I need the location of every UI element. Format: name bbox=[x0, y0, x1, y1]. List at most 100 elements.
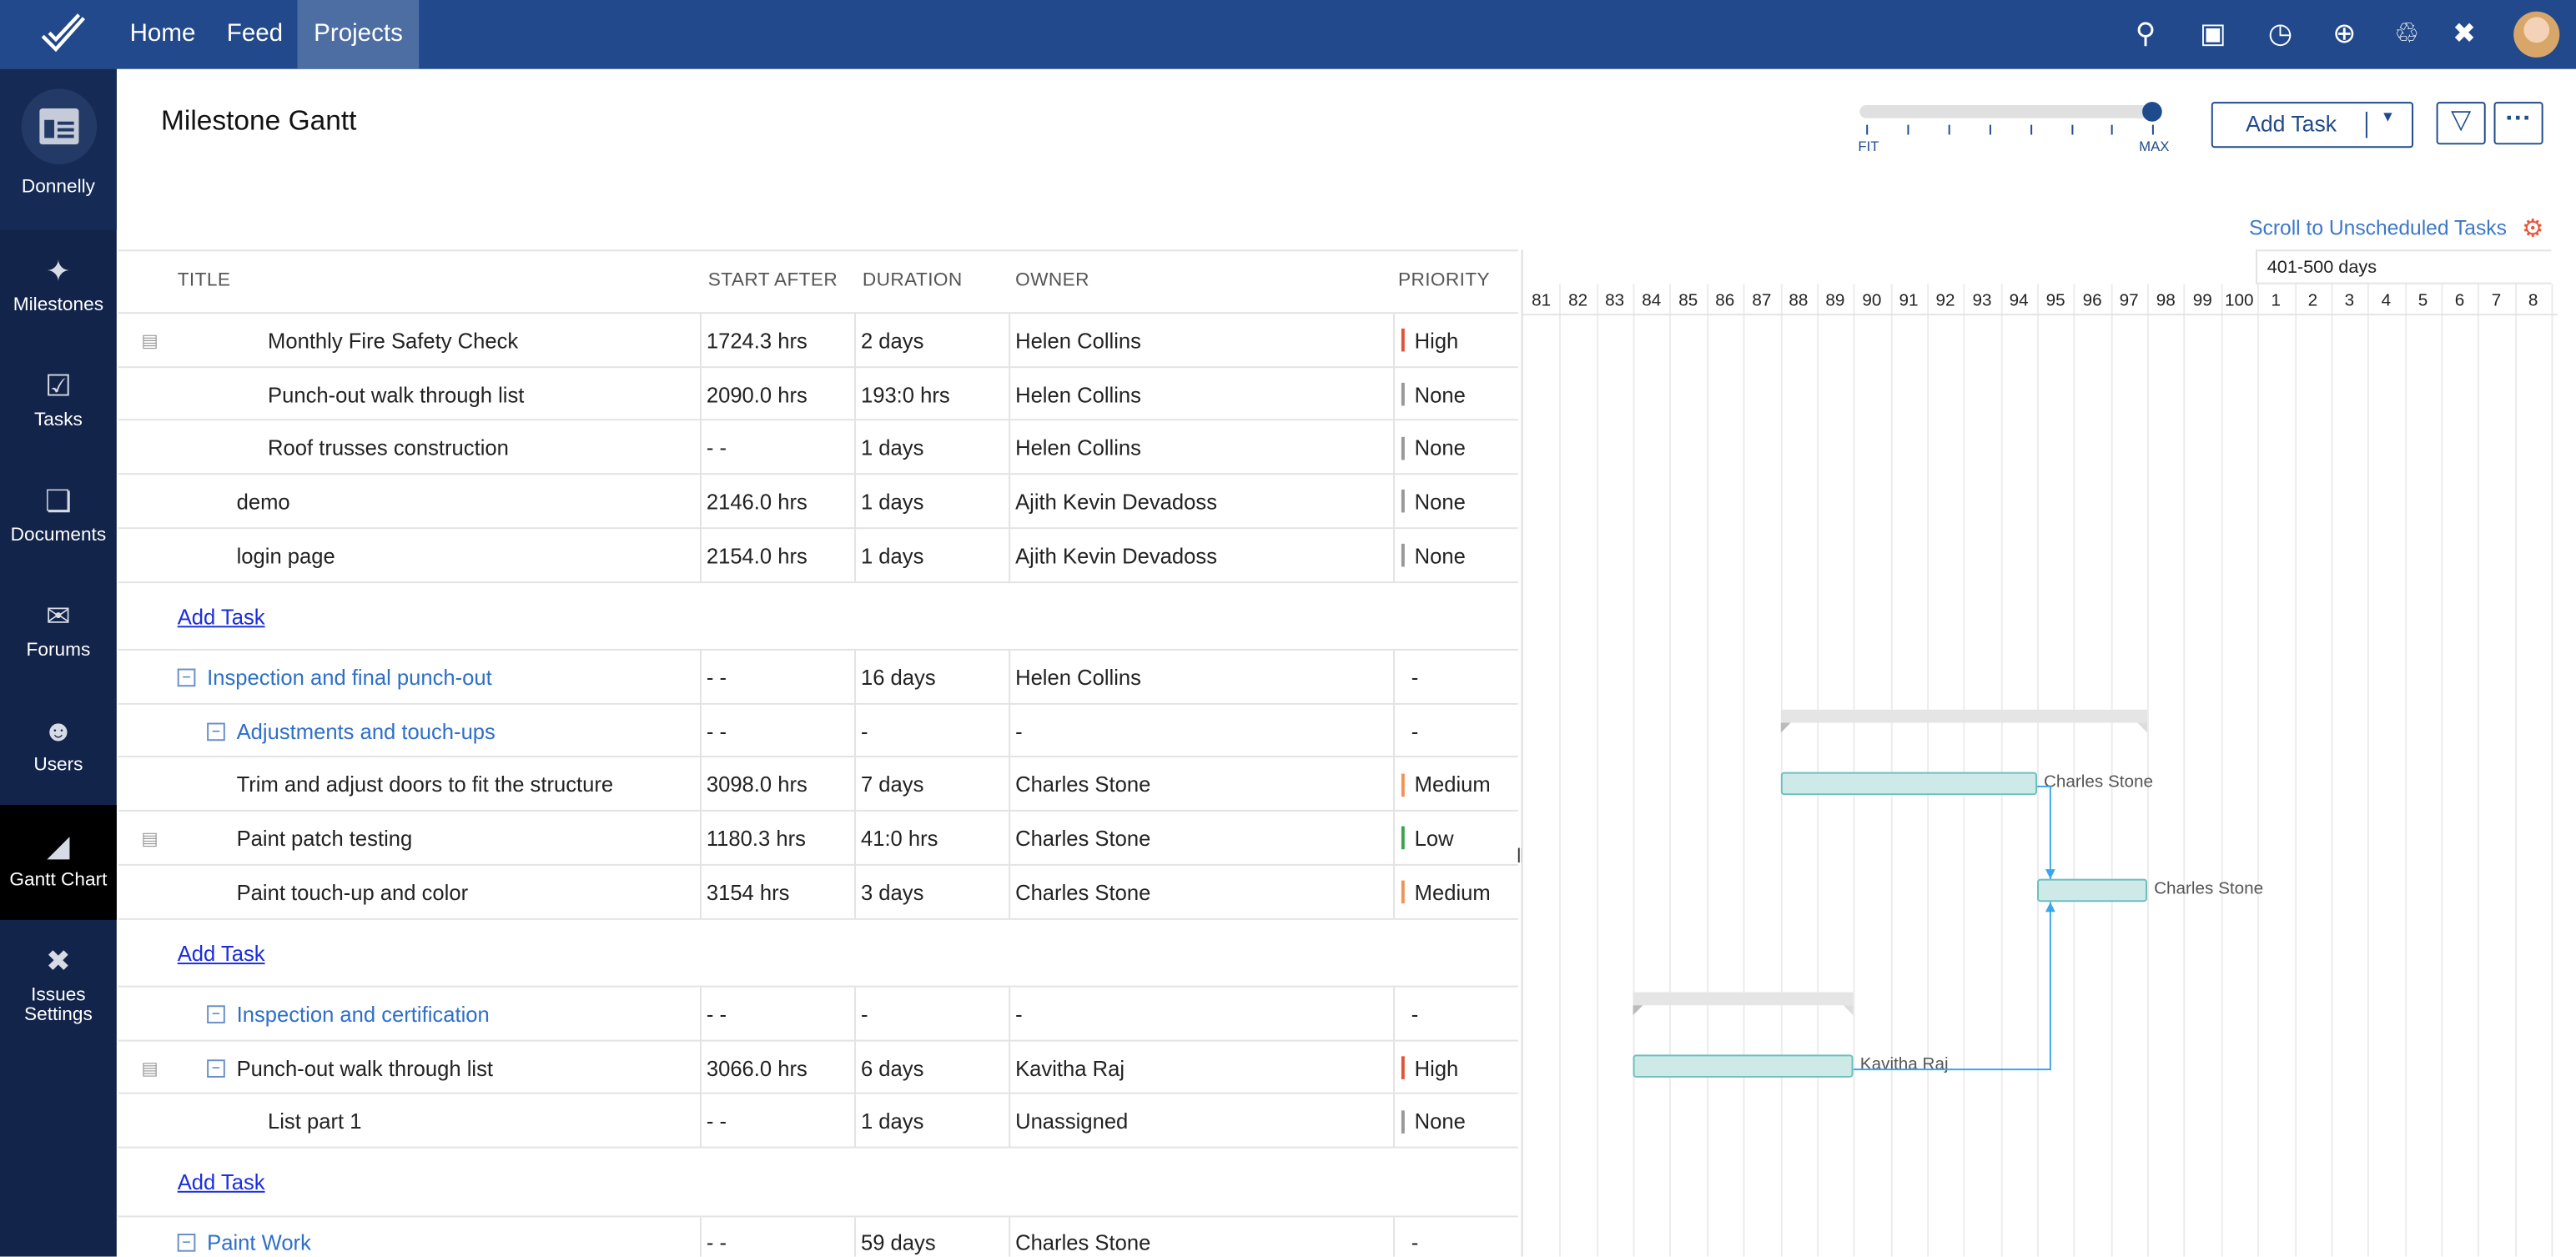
collapse-toggle-icon[interactable]: − bbox=[207, 1005, 225, 1023]
priority-cell[interactable]: High bbox=[1395, 314, 1458, 367]
sidebar-item-tasks[interactable]: ☑Tasks bbox=[0, 368, 117, 430]
start-after-cell[interactable]: 2090.0 hrs bbox=[700, 368, 808, 421]
task-title[interactable]: demo bbox=[237, 490, 290, 515]
task-title-cell[interactable]: −Inspection and certification bbox=[200, 988, 700, 1041]
table-row[interactable]: Paint touch-up and color3154 hrs3 daysCh… bbox=[118, 863, 1518, 918]
task-title[interactable]: Punch-out walk through list bbox=[268, 382, 524, 407]
owner-cell[interactable]: - bbox=[1009, 988, 1022, 1041]
task-title-cell[interactable]: −Punch-out walk through list bbox=[200, 1041, 700, 1094]
start-after-cell[interactable]: 3154 hrs bbox=[700, 865, 790, 918]
task-title[interactable]: Paint touch-up and color bbox=[237, 880, 469, 905]
task-title[interactable]: Monthly Fire Safety Check bbox=[268, 329, 518, 354]
task-title[interactable]: Paint Work bbox=[207, 1231, 311, 1256]
task-title-cell[interactable]: Paint patch testing bbox=[230, 812, 700, 865]
owner-cell[interactable]: Charles Stone bbox=[1009, 1217, 1150, 1257]
group-row[interactable]: −Adjustments and touch-ups- ---- bbox=[118, 702, 1518, 757]
duration-cell[interactable]: - bbox=[854, 988, 868, 1041]
column-header-priority[interactable]: PRIORITY bbox=[1398, 249, 1490, 312]
app-logo-icon[interactable] bbox=[39, 13, 88, 56]
add-task-link[interactable]: Add Task bbox=[178, 1170, 265, 1195]
task-title[interactable]: Adjustments and touch-ups bbox=[237, 719, 496, 744]
start-after-cell[interactable]: 2146.0 hrs bbox=[700, 475, 808, 528]
chevron-down-icon[interactable]: ▼ bbox=[2381, 108, 2396, 125]
task-title[interactable]: Trim and adjust doors to fit the structu… bbox=[237, 772, 614, 797]
priority-cell[interactable]: None bbox=[1395, 1094, 1466, 1148]
start-after-cell[interactable]: 1180.3 hrs bbox=[700, 812, 806, 865]
task-title-cell[interactable]: Trim and adjust doors to fit the structu… bbox=[230, 758, 700, 812]
start-after-cell[interactable]: - - bbox=[700, 704, 727, 757]
bell-icon[interactable]: ♲ bbox=[2388, 17, 2424, 53]
task-title-cell[interactable]: −Inspection and final punch-out bbox=[171, 651, 700, 704]
start-after-cell[interactable]: 3066.0 hrs bbox=[700, 1041, 808, 1094]
sidebar-item-forums[interactable]: ✉Forums bbox=[0, 598, 117, 661]
sidebar-item-issues-settings[interactable]: ✖Issues Settings bbox=[0, 943, 117, 1024]
priority-cell[interactable]: None bbox=[1395, 475, 1466, 528]
group-row[interactable]: −Paint Work- -59 daysCharles Stone- bbox=[118, 1215, 1518, 1257]
priority-cell[interactable]: None bbox=[1395, 529, 1466, 582]
task-title[interactable]: Paint patch testing bbox=[237, 826, 413, 851]
group-row[interactable]: −Inspection and certification- ---- bbox=[118, 986, 1518, 1041]
priority-cell[interactable]: Low bbox=[1395, 812, 1454, 865]
plus-circle-icon[interactable]: ⊕ bbox=[2327, 17, 2362, 53]
duration-cell[interactable]: 1 days bbox=[854, 1094, 923, 1148]
zoom-tick[interactable] bbox=[2030, 125, 2031, 135]
add-task-row[interactable]: Add Task bbox=[118, 1147, 1518, 1217]
duration-cell[interactable]: 1 days bbox=[854, 421, 923, 475]
search-icon[interactable]: ⚲ bbox=[2127, 17, 2163, 53]
scroll-to-unscheduled-link[interactable]: Scroll to Unscheduled Tasks bbox=[2249, 217, 2507, 240]
comment-icon[interactable]: ▤ bbox=[134, 314, 158, 367]
start-after-cell[interactable]: 1724.3 hrs bbox=[700, 314, 808, 367]
priority-cell[interactable]: Medium bbox=[1395, 865, 1491, 918]
priority-cell[interactable]: None bbox=[1395, 368, 1466, 421]
owner-cell[interactable]: Ajith Kevin Devadoss bbox=[1009, 529, 1217, 582]
task-title-cell[interactable]: −Paint Work bbox=[171, 1217, 700, 1257]
zoom-slider[interactable] bbox=[1859, 105, 2155, 118]
duration-cell[interactable]: 2 days bbox=[854, 314, 923, 367]
owner-cell[interactable]: Kavitha Raj bbox=[1009, 1041, 1124, 1094]
owner-cell[interactable]: Charles Stone bbox=[1009, 812, 1150, 865]
comment-icon[interactable]: ▤ bbox=[134, 812, 158, 865]
sidebar-item-milestones[interactable]: ✦Milestones bbox=[0, 253, 117, 315]
priority-cell[interactable]: - bbox=[1395, 704, 1418, 757]
add-task-link[interactable]: Add Task bbox=[178, 604, 265, 629]
add-task-row[interactable]: Add Task bbox=[118, 918, 1518, 988]
filter-button[interactable]: ▽ bbox=[2437, 102, 2486, 144]
owner-cell[interactable]: Charles Stone bbox=[1009, 865, 1150, 918]
task-title-cell[interactable]: −Adjustments and touch-ups bbox=[200, 704, 700, 757]
task-title-cell[interactable]: List part 1 bbox=[261, 1094, 700, 1148]
column-header-title[interactable]: TITLE bbox=[178, 249, 231, 312]
task-title[interactable]: login page bbox=[237, 543, 335, 568]
owner-cell[interactable]: Helen Collins bbox=[1009, 651, 1141, 704]
nav-projects[interactable]: Projects bbox=[297, 0, 419, 69]
zoom-slider-handle[interactable] bbox=[2142, 102, 2162, 122]
sidebar-item-gantt-chart[interactable]: ◢Gantt Chart bbox=[0, 805, 117, 920]
nav-feed[interactable]: Feed bbox=[210, 0, 299, 69]
user-avatar[interactable] bbox=[2513, 12, 2559, 58]
zoom-tick[interactable] bbox=[1907, 125, 1909, 135]
collapse-toggle-icon[interactable]: − bbox=[207, 722, 225, 741]
tools-icon[interactable]: ✖ bbox=[2446, 17, 2482, 53]
owner-cell[interactable]: Charles Stone bbox=[1009, 758, 1150, 812]
start-after-cell[interactable]: - - bbox=[700, 988, 727, 1041]
owner-cell[interactable]: Helen Collins bbox=[1009, 314, 1141, 367]
column-header-owner[interactable]: OWNER bbox=[1015, 249, 1089, 312]
zoom-tick[interactable] bbox=[1948, 125, 1950, 135]
table-row[interactable]: Punch-out walk through list2090.0 hrs193… bbox=[118, 366, 1518, 421]
table-row[interactable]: login page2154.0 hrs1 daysAjith Kevin De… bbox=[118, 527, 1518, 582]
task-title-cell[interactable]: Roof trusses construction bbox=[261, 421, 700, 475]
start-after-cell[interactable]: 3098.0 hrs bbox=[700, 758, 808, 812]
start-after-cell[interactable]: - - bbox=[700, 1094, 727, 1148]
add-task-link[interactable]: Add Task bbox=[178, 941, 265, 966]
start-after-cell[interactable]: - - bbox=[700, 421, 727, 475]
duration-cell[interactable]: 6 days bbox=[854, 1041, 923, 1094]
task-title-cell[interactable]: Paint touch-up and color bbox=[230, 865, 700, 918]
group-row[interactable]: −Inspection and final punch-out- -16 day… bbox=[118, 649, 1518, 704]
task-title-cell[interactable]: Punch-out walk through list bbox=[261, 368, 700, 421]
task-title-cell[interactable]: login page bbox=[230, 529, 700, 582]
priority-cell[interactable]: Medium bbox=[1395, 758, 1491, 812]
alarm-icon[interactable]: ◷ bbox=[2262, 17, 2298, 53]
start-after-cell[interactable]: - - bbox=[700, 1217, 727, 1257]
table-row[interactable]: Roof trusses construction- -1 daysHelen … bbox=[118, 420, 1518, 475]
collapse-toggle-icon[interactable]: − bbox=[207, 1058, 225, 1077]
dependency-line[interactable] bbox=[2037, 787, 2050, 879]
